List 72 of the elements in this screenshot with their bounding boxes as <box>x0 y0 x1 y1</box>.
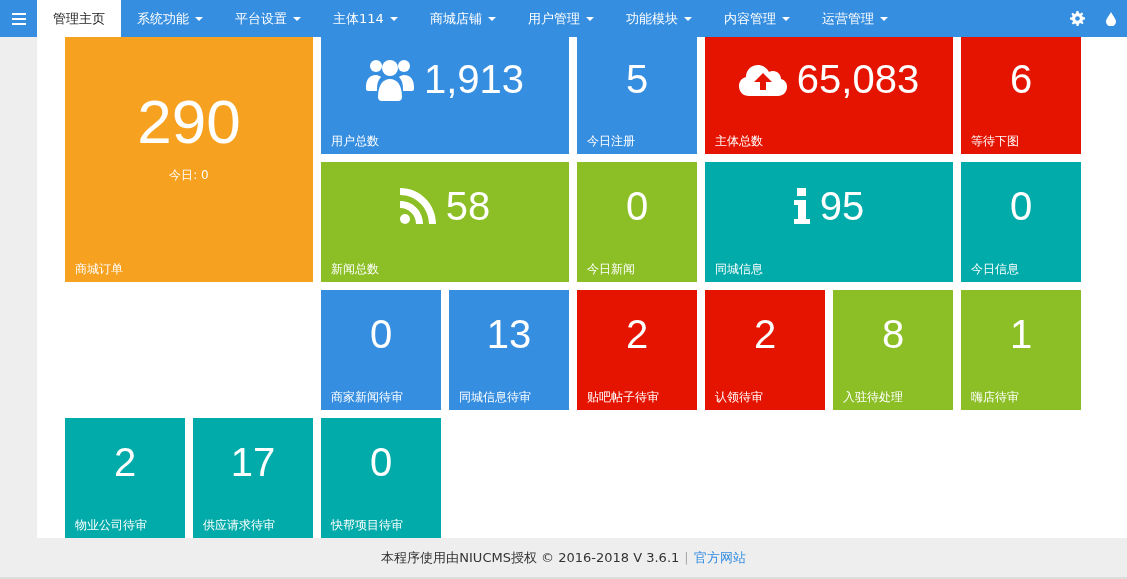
nav-tab[interactable]: 主体114 <box>317 0 414 37</box>
nav-tab[interactable]: 内容管理 <box>707 0 806 37</box>
stat-label: 用户总数 <box>330 133 380 150</box>
stat-value: 8 <box>881 313 905 354</box>
nav-tab[interactable]: 功能模块 <box>609 0 708 37</box>
stat-tile[interactable]: 0 今日信息 <box>961 162 1081 282</box>
cloud-upload-icon <box>738 62 787 96</box>
nav-tab[interactable]: 平台设置 <box>219 0 317 37</box>
stat-value: 0 <box>625 185 649 226</box>
stat-value: 6 <box>1009 59 1033 99</box>
stat-tile[interactable]: 0 今日新闻 <box>577 162 697 282</box>
stat-value: 17 <box>230 441 276 482</box>
stat-value: 95 <box>819 185 865 226</box>
nav-tab[interactable]: 管理主页 <box>37 0 121 37</box>
rss-icon <box>399 187 436 224</box>
stat-value: 2 <box>625 313 649 354</box>
stat-label: 物业公司待审 <box>74 517 148 534</box>
official-site-link[interactable]: 官方网站 <box>693 548 746 567</box>
stat-tile[interactable]: 0 商家新闻待审 <box>321 290 441 410</box>
stat-label: 认领待审 <box>714 389 764 406</box>
stat-tile[interactable]: 13 同城信息待审 <box>449 290 569 410</box>
stat-tile[interactable]: 6 等待下图 <box>961 37 1081 154</box>
stat-label: 等待下图 <box>970 133 1020 150</box>
separator: | <box>684 550 689 565</box>
copyright-text: 本程序使用由NIUCMS授权 © 2016-2018 V 3.6.1 <box>381 548 680 567</box>
stat-label: 同城信息 <box>714 261 764 278</box>
stat-value: 58 <box>445 185 491 226</box>
stat-label: 新闻总数 <box>330 261 380 278</box>
stat-tile[interactable]: 17 供应请求待审 <box>193 418 313 538</box>
stat-label: 今日新闻 <box>586 261 636 278</box>
nav-tab[interactable]: 用户管理 <box>511 0 610 37</box>
stat-tile[interactable]: 8 入驻待处理 <box>833 290 953 410</box>
stat-value: 5 <box>625 59 649 99</box>
stat-tile[interactable]: 290 今日: 0 商城订单 <box>65 37 313 282</box>
menu-icon <box>11 12 26 25</box>
info-icon <box>793 187 810 224</box>
stat-tile[interactable]: 95 同城信息 <box>705 162 953 282</box>
stat-value: 65,083 <box>796 59 920 99</box>
stat-tile[interactable]: 2 物业公司待审 <box>65 418 185 538</box>
stat-tile[interactable]: 1 嗨店待审 <box>961 290 1081 410</box>
stat-label: 快帮项目待审 <box>330 517 404 534</box>
stat-tile[interactable]: 2 贴吧帖子待审 <box>577 290 697 410</box>
stat-label: 入驻待处理 <box>842 389 904 406</box>
stat-label: 供应请求待审 <box>202 517 276 534</box>
stat-tile[interactable]: 0 快帮项目待审 <box>321 418 441 538</box>
stat-label: 主体总数 <box>714 133 764 150</box>
stat-tile[interactable]: 1,913 用户总数 <box>321 37 569 154</box>
stat-value: 13 <box>486 313 532 354</box>
stat-value: 1 <box>1009 313 1033 354</box>
stat-label: 今日信息 <box>970 261 1020 278</box>
stat-label: 贴吧帖子待审 <box>586 389 660 406</box>
stat-tile[interactable]: 2 认领待审 <box>705 290 825 410</box>
stat-tile[interactable]: 5 今日注册 <box>577 37 697 154</box>
stat-value: 2 <box>753 313 777 354</box>
stat-value: 1,913 <box>423 59 525 99</box>
stat-value: 0 <box>369 313 393 354</box>
stat-subtext: 今日: 0 <box>169 166 209 184</box>
stat-label: 同城信息待审 <box>458 389 532 406</box>
stat-tile[interactable]: 58 新闻总数 <box>321 162 569 282</box>
users-icon <box>365 57 414 101</box>
stat-value: 290 <box>137 90 241 153</box>
stat-value: 0 <box>1009 185 1033 226</box>
nav-tab[interactable]: 运营管理 <box>805 0 904 37</box>
stat-value: 2 <box>113 441 137 482</box>
stat-label: 商家新闻待审 <box>330 389 404 406</box>
stat-value: 0 <box>369 441 393 482</box>
stat-label: 今日注册 <box>586 133 636 150</box>
stat-label: 嗨店待审 <box>970 389 1020 406</box>
stat-label: 商城订单 <box>74 261 124 278</box>
nav-tab[interactable]: 商城店铺 <box>413 0 512 37</box>
stat-tile[interactable]: 65,083 主体总数 <box>705 37 953 154</box>
nav-tab[interactable]: 系统功能 <box>121 0 219 37</box>
